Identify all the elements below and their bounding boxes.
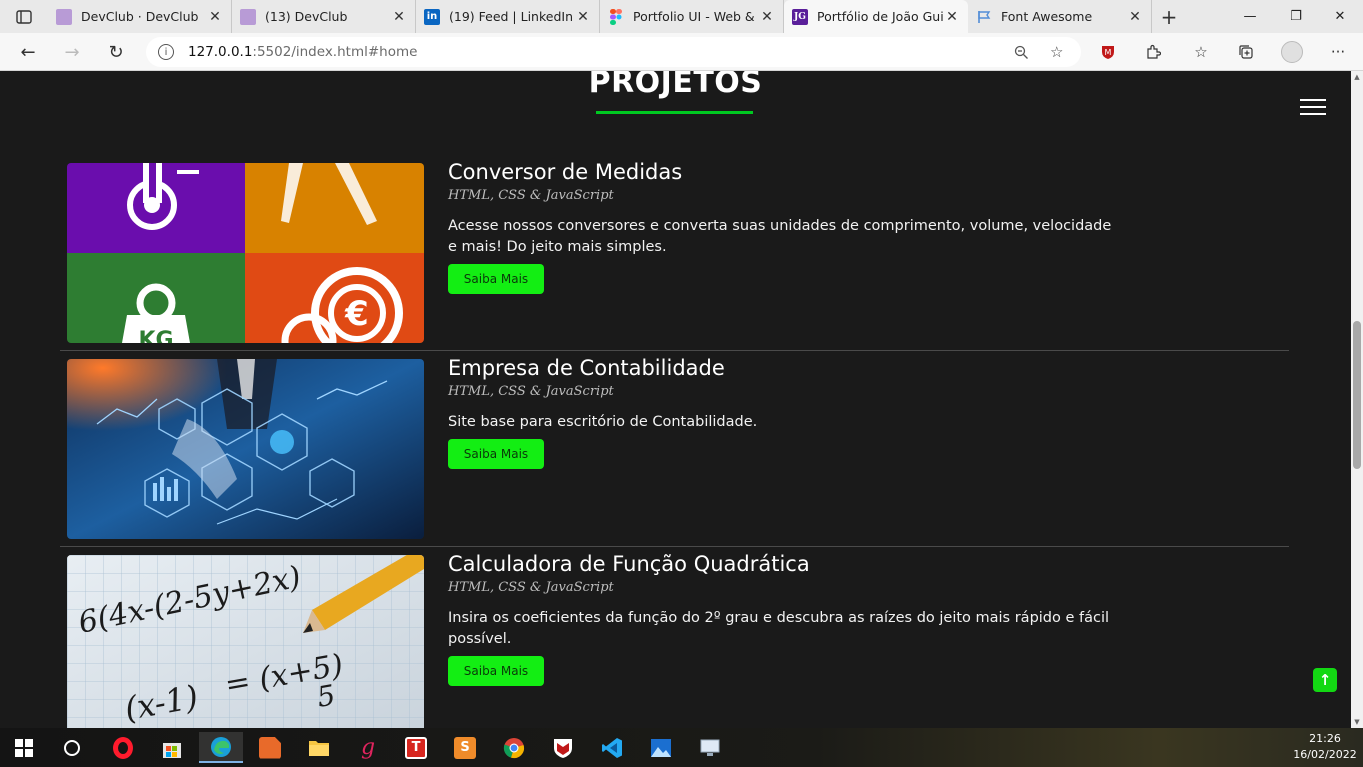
figma-favicon-icon xyxy=(608,8,624,25)
project-divider xyxy=(60,350,1289,351)
jg-favicon-icon: JG xyxy=(792,8,808,25)
tab-linkedin[interactable]: in (19) Feed | LinkedIn ✕ xyxy=(416,0,600,33)
page-viewport: PROJETOS KG € Conversor de Medidas HTML,… xyxy=(0,71,1351,728)
minimize-icon[interactable]: — xyxy=(1227,0,1273,33)
tab-title: Portfolio UI - Web & M xyxy=(633,9,759,24)
chrome-icon[interactable] xyxy=(492,732,536,763)
project-divider xyxy=(60,546,1289,547)
project-description: Acesse nossos conversores e converta sua… xyxy=(448,218,1112,255)
kg-label: KG xyxy=(138,328,173,343)
address-bar-row: ← → ↻ i 127.0.0.1:5502/index.html#home ☆… xyxy=(0,33,1363,71)
linkedin-favicon-icon: in xyxy=(424,8,440,25)
zoom-icon[interactable] xyxy=(1014,37,1029,67)
reload-icon[interactable]: ↻ xyxy=(101,38,131,66)
browser-tab-bar: DevClub · DevClub ✕ (13) DevClub ✕ in (1… xyxy=(0,0,1363,33)
project-tech: HTML, CSS & JavaScript xyxy=(448,384,614,399)
saiba-mais-button[interactable]: Saiba Mais xyxy=(448,656,544,686)
todoist-icon[interactable]: T xyxy=(394,732,438,763)
windows-start-icon[interactable] xyxy=(2,732,46,763)
project-card-calculadora: 6(4x-(2-5y+2x) (x-1) = (x+5) 5 Calculado… xyxy=(60,552,1289,728)
close-tab-icon[interactable]: ✕ xyxy=(759,9,775,25)
project-title: Conversor de Medidas xyxy=(448,160,683,184)
project-title: Empresa de Contabilidade xyxy=(448,356,725,380)
close-tab-icon[interactable]: ✕ xyxy=(391,9,407,25)
display-settings-icon[interactable] xyxy=(688,732,732,763)
url-host: 127.0.0.1 xyxy=(188,44,253,60)
add-favorite-icon[interactable]: ☆ xyxy=(1050,37,1063,67)
more-menu-icon[interactable]: ··· xyxy=(1323,38,1353,66)
close-window-icon[interactable]: ✕ xyxy=(1317,0,1363,33)
project-description: Site base para escritório de Contabilida… xyxy=(448,414,758,430)
saiba-mais-button[interactable]: Saiba Mais xyxy=(448,264,544,294)
tab-devclub-13[interactable]: (13) DevClub ✕ xyxy=(232,0,416,33)
mcafee-icon[interactable] xyxy=(541,732,585,763)
back-arrow-icon[interactable]: ← xyxy=(13,38,43,66)
url-path: :5502/index.html#home xyxy=(252,44,418,60)
title-underline xyxy=(596,111,753,114)
arrow-up-icon: ↑ xyxy=(1318,671,1332,689)
close-tab-icon[interactable]: ✕ xyxy=(575,9,591,25)
tab-actions-icon[interactable] xyxy=(0,0,48,33)
project-description: Insira os coeficientes da função do 2º g… xyxy=(448,610,1110,647)
close-tab-icon[interactable]: ✕ xyxy=(944,9,960,25)
hamburger-menu-icon[interactable] xyxy=(1300,99,1326,115)
project-tech: HTML, CSS & JavaScript xyxy=(448,580,614,595)
url-field[interactable]: i 127.0.0.1:5502/index.html#home ☆ xyxy=(146,37,1081,67)
font-awesome-flag-icon xyxy=(976,9,992,25)
site-info-icon[interactable]: i xyxy=(158,44,174,60)
scrollbar-thumb[interactable] xyxy=(1353,321,1361,469)
clock-time: 21:26 xyxy=(1309,732,1341,745)
contabilidade-thumbnail[interactable] xyxy=(67,359,424,539)
close-tab-icon[interactable]: ✕ xyxy=(207,9,223,25)
calculadora-thumbnail[interactable]: 6(4x-(2-5y+2x) (x-1) = (x+5) 5 xyxy=(67,555,424,728)
forward-arrow-icon[interactable]: → xyxy=(57,38,87,66)
svg-text:M: M xyxy=(1105,48,1112,57)
project-card-conversor: KG € Conversor de Medidas HTML, CSS & Ja… xyxy=(60,160,1289,351)
edge-icon[interactable] xyxy=(199,732,243,763)
file-explorer-icon[interactable] xyxy=(297,732,341,763)
windows-taskbar: g T S 21:26 16/02/2022 xyxy=(0,728,1363,767)
section-title: PROJETOS xyxy=(588,71,763,100)
taskbar-clock[interactable]: 21:26 16/02/2022 xyxy=(1290,731,1360,763)
tab-title: (19) Feed | LinkedIn xyxy=(449,9,573,24)
tab-title: DevClub · DevClub xyxy=(81,9,199,24)
devclub-favicon-icon xyxy=(56,8,72,25)
project-card-contabilidade: Empresa de Contabilidade HTML, CSS & Jav… xyxy=(60,356,1289,547)
scroll-to-top-button[interactable]: ↑ xyxy=(1313,668,1337,692)
project-title: Calculadora de Função Quadrática xyxy=(448,552,810,576)
project-tech: HTML, CSS & JavaScript xyxy=(448,188,614,203)
g-app-icon[interactable]: g xyxy=(346,732,390,763)
restore-icon[interactable]: ❐ xyxy=(1273,0,1319,33)
microsoft-store-icon[interactable] xyxy=(150,732,194,763)
tab-font-awesome[interactable]: Font Awesome ✕ xyxy=(968,0,1152,33)
profile-avatar-icon[interactable] xyxy=(1277,38,1307,66)
clock-date: 16/02/2022 xyxy=(1293,748,1357,761)
new-tab-button[interactable]: + xyxy=(1152,0,1186,33)
saiba-mais-button[interactable]: Saiba Mais xyxy=(448,439,544,469)
tab-devclub[interactable]: DevClub · DevClub ✕ xyxy=(48,0,232,33)
mcafee-extension-icon[interactable]: M xyxy=(1093,38,1123,66)
photos-icon[interactable] xyxy=(639,732,683,763)
tab-title: Font Awesome xyxy=(1001,9,1093,24)
tab-portfolio-active[interactable]: JG Portfólio de João Guil ✕ xyxy=(784,0,968,33)
scroll-up-arrow-icon[interactable]: ▲ xyxy=(1351,71,1363,83)
vscode-icon[interactable] xyxy=(590,732,634,763)
collections-icon[interactable] xyxy=(1231,38,1261,66)
conversor-thumbnail[interactable]: KG € xyxy=(67,163,424,343)
cortana-search-icon[interactable] xyxy=(50,732,94,763)
page-scrollbar[interactable]: ▲ ▼ xyxy=(1351,71,1363,728)
scroll-down-arrow-icon[interactable]: ▼ xyxy=(1351,716,1363,728)
sublime-text-icon[interactable]: S xyxy=(443,732,487,763)
tab-figma[interactable]: Portfolio UI - Web & M ✕ xyxy=(600,0,784,33)
extensions-puzzle-icon[interactable] xyxy=(1138,38,1168,66)
tab-title: Portfólio de João Guil xyxy=(817,9,944,24)
tab-title: (13) DevClub xyxy=(265,9,348,24)
close-tab-icon[interactable]: ✕ xyxy=(1127,9,1143,25)
devclub-favicon-icon xyxy=(240,8,256,25)
opera-icon[interactable] xyxy=(101,732,145,763)
favorites-icon[interactable]: ☆ xyxy=(1186,38,1216,66)
sublime-like-app-icon[interactable] xyxy=(248,732,292,763)
euro-symbol: € xyxy=(344,294,369,334)
